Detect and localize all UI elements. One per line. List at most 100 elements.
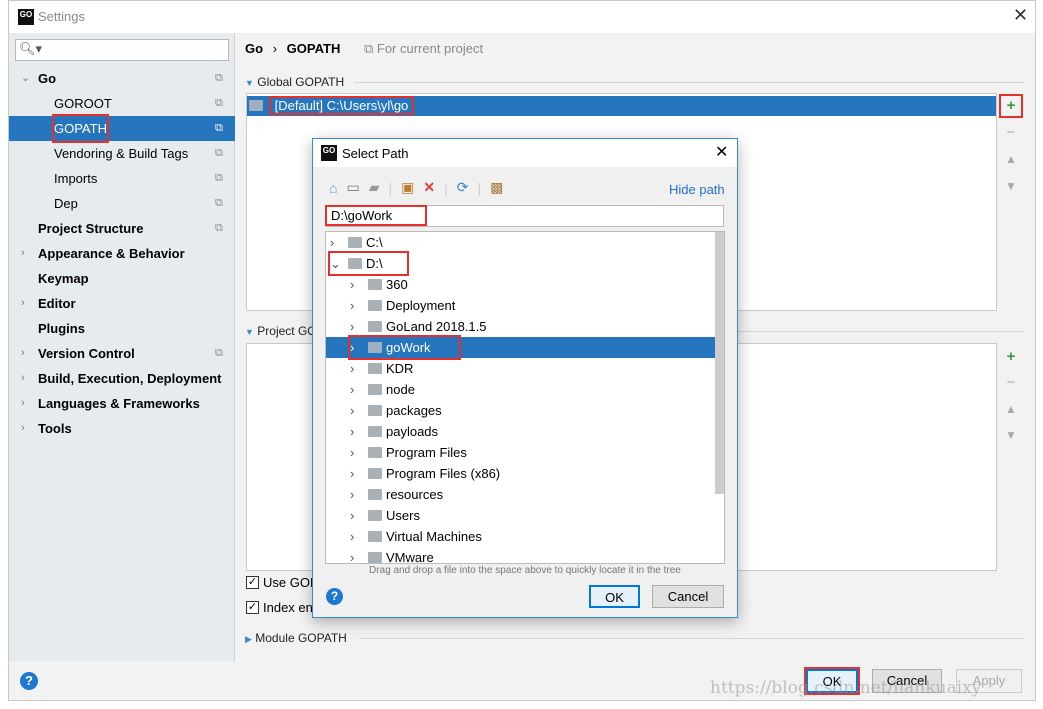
hide-path-link[interactable]: Hide path xyxy=(669,182,725,197)
chevron-right-icon[interactable]: › xyxy=(350,442,368,463)
chevron-right-icon[interactable]: › xyxy=(21,241,25,266)
chevron-right-icon[interactable]: › xyxy=(350,421,368,442)
tree-row[interactable]: › KDR xyxy=(326,358,715,379)
tree-row[interactable]: › Virtual Machines xyxy=(326,526,715,547)
dialog-title: Select Path xyxy=(342,146,409,161)
select-path-dialog: GO Select Path ✕ ⌂ ▭ ▰ | ▣ ✕ | ⟳ | ▩ Hid… xyxy=(312,138,738,618)
tree-row[interactable]: › payloads xyxy=(326,421,715,442)
folder-icon xyxy=(368,300,382,311)
copy-icon: ⧉ xyxy=(215,72,223,84)
tree-row[interactable]: › C:\ xyxy=(326,232,715,253)
remove-path-button[interactable]: − xyxy=(1001,123,1021,143)
tree-row[interactable]: › Deployment xyxy=(326,295,715,316)
hint-text: Drag and drop a file into the space abov… xyxy=(369,565,681,576)
new-folder-icon[interactable]: ▣ xyxy=(401,179,414,196)
chevron-right-icon[interactable]: › xyxy=(350,400,368,421)
dialog-cancel-button[interactable]: Cancel xyxy=(652,585,724,608)
tree-row[interactable]: › Program Files xyxy=(326,442,715,463)
sidebar-item[interactable]: ⌄ Go ⧉ xyxy=(9,66,235,91)
sidebar-item[interactable]: Keymap xyxy=(9,266,235,291)
sidebar-item[interactable]: › Languages & Frameworks xyxy=(9,391,235,416)
chevron-right-icon[interactable]: › xyxy=(21,416,25,441)
chevron-right-icon[interactable]: › xyxy=(350,505,368,526)
chevron-right-icon[interactable]: › xyxy=(350,547,368,563)
tree-scrollbar[interactable] xyxy=(715,232,724,494)
breadcrumb-parent[interactable]: Go xyxy=(245,41,263,56)
sidebar-item[interactable]: › Appearance & Behavior xyxy=(9,241,235,266)
desktop-icon[interactable]: ▭ xyxy=(346,179,359,196)
folder-label: node xyxy=(386,382,415,397)
sidebar-item[interactable]: Project Structure ⧉ xyxy=(9,216,235,241)
sidebar-item[interactable]: › Version Control ⧉ xyxy=(9,341,235,366)
module-gopath-header[interactable]: ▶ Module GOPATH xyxy=(245,631,347,645)
sidebar-item[interactable]: Dep ⧉ xyxy=(9,191,235,216)
close-icon[interactable]: ✕ xyxy=(1013,5,1028,26)
project-move-down-button[interactable]: ▼ xyxy=(1001,425,1021,445)
chevron-right-icon[interactable]: › xyxy=(350,337,368,358)
chevron-down-icon[interactable]: ⌄ xyxy=(21,66,30,91)
chevron-right-icon[interactable]: › xyxy=(350,316,368,337)
chevron-right-icon[interactable]: › xyxy=(350,484,368,505)
tree-row[interactable]: › resources xyxy=(326,484,715,505)
delete-icon[interactable]: ✕ xyxy=(423,179,435,196)
folder-icon xyxy=(348,258,362,269)
sidebar-item[interactable]: Vendoring & Build Tags ⧉ xyxy=(9,141,235,166)
refresh-icon[interactable]: ⟳ xyxy=(457,179,469,196)
tree-row[interactable]: › Program Files (x86) xyxy=(326,463,715,484)
scope-label: ⧉ For current project xyxy=(363,41,484,56)
tree-row[interactable]: ⌄ D:\ xyxy=(326,251,715,276)
dialog-help-icon[interactable]: ? xyxy=(326,588,343,605)
chevron-right-icon[interactable]: › xyxy=(350,526,368,547)
global-gopath-header[interactable]: ▼ Global GOPATH xyxy=(245,75,344,89)
dialog-ok-button[interactable]: OK xyxy=(589,585,640,608)
chevron-right-icon[interactable]: › xyxy=(330,232,348,253)
chevron-right-icon[interactable]: › xyxy=(350,379,368,400)
chevron-down-icon[interactable]: ⌄ xyxy=(330,253,348,274)
tree-row[interactable]: › node xyxy=(326,379,715,400)
chevron-right-icon[interactable]: › xyxy=(350,463,368,484)
sidebar-item[interactable]: Plugins xyxy=(9,316,235,341)
sidebar-item-label: Build, Execution, Deployment xyxy=(38,371,222,386)
dialog-close-icon[interactable]: ✕ xyxy=(715,142,728,162)
gopath-entry[interactable]: [Default] C:\Users\yl\go xyxy=(247,96,996,116)
chevron-right-icon[interactable]: › xyxy=(21,291,25,316)
project-folder-icon[interactable]: ▰ xyxy=(369,179,380,196)
remove-project-path-button[interactable]: − xyxy=(1001,373,1021,393)
sidebar-item[interactable]: › Build, Execution, Deployment xyxy=(9,366,235,391)
tree-row[interactable]: › VMware xyxy=(326,547,715,563)
copy-icon: ⧉ xyxy=(215,97,223,109)
tree-row[interactable]: › 360 xyxy=(326,274,715,295)
tree-row[interactable]: › packages xyxy=(326,400,715,421)
sidebar-item[interactable]: GOPATH ⧉ xyxy=(9,114,235,143)
sidebar-item[interactable]: GOROOT ⧉ xyxy=(9,91,235,116)
tree-row[interactable]: › goWork xyxy=(326,335,715,360)
folder-label: Virtual Machines xyxy=(386,529,482,544)
chevron-right-icon[interactable]: › xyxy=(350,274,368,295)
move-down-button[interactable]: ▼ xyxy=(1001,176,1021,196)
add-project-path-button[interactable]: + xyxy=(1001,347,1021,367)
show-hidden-icon[interactable]: ▩ xyxy=(490,179,503,196)
sidebar-item[interactable]: › Tools xyxy=(9,416,235,441)
sidebar-item[interactable]: Imports ⧉ xyxy=(9,166,235,191)
tree-row[interactable]: › GoLand 2018.1.5 xyxy=(326,316,715,337)
chevron-right-icon[interactable]: › xyxy=(21,341,25,366)
chevron-right-icon[interactable]: › xyxy=(21,391,25,416)
folder-icon xyxy=(368,531,382,542)
chevron-right-icon[interactable]: › xyxy=(350,358,368,379)
sidebar-item[interactable]: › Editor xyxy=(9,291,235,316)
search-input[interactable]: 🔍︎▾ xyxy=(15,39,229,61)
sidebar-item-label: Editor xyxy=(38,296,76,311)
chevron-right-icon[interactable]: › xyxy=(350,295,368,316)
project-move-up-button[interactable]: ▲ xyxy=(1001,399,1021,419)
sidebar-item-label: Dep xyxy=(54,196,78,211)
help-icon[interactable]: ? xyxy=(20,672,38,690)
path-input[interactable]: D:\goWork xyxy=(325,205,724,227)
add-global-path-button[interactable]: + xyxy=(999,94,1023,118)
home-icon[interactable]: ⌂ xyxy=(329,180,337,196)
file-tree[interactable]: › C:\ ⌄ D:\ › 360 › Deployment › GoLand 2018.1.5 ›… xyxy=(325,231,725,564)
tree-row[interactable]: › Users xyxy=(326,505,715,526)
chevron-right-icon[interactable]: › xyxy=(21,366,25,391)
move-up-button[interactable]: ▲ xyxy=(1001,149,1021,169)
copy-icon: ⧉ xyxy=(215,147,223,159)
folder-icon xyxy=(368,363,382,374)
